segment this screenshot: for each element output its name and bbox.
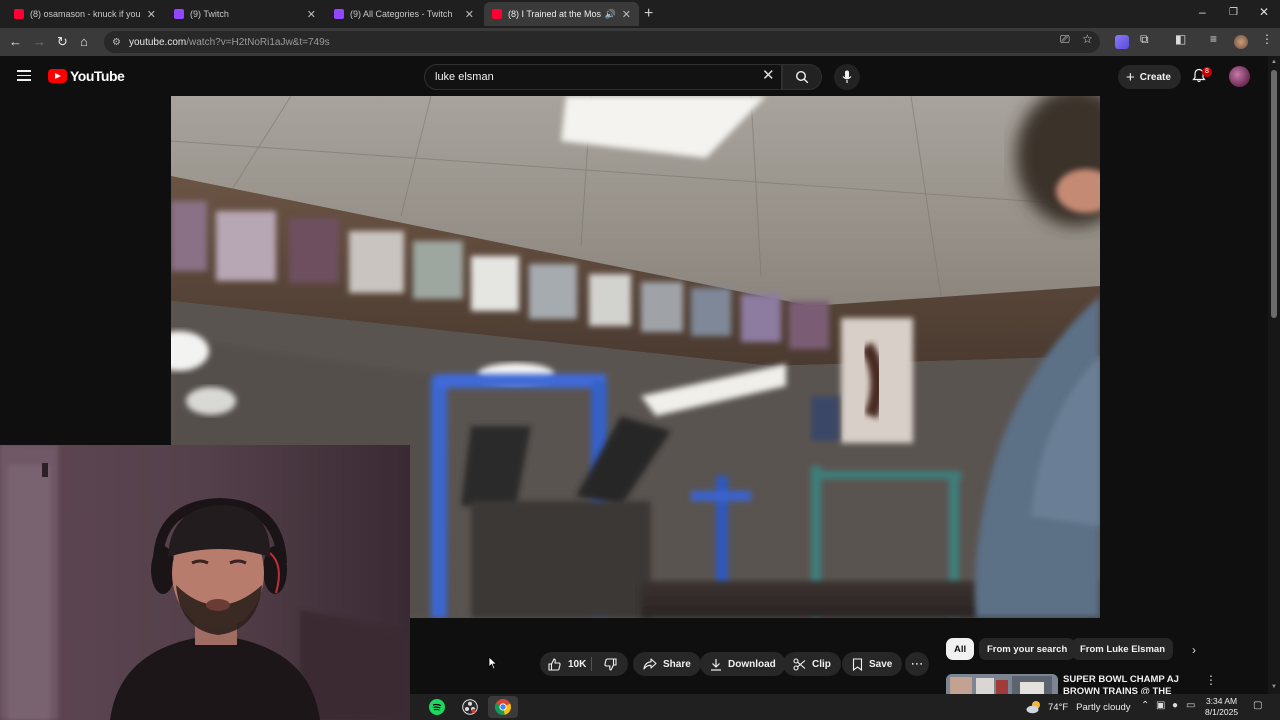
chevron-right-icon[interactable]: › xyxy=(1192,643,1196,657)
recommendation-chips: All From your search From Luke Elsman xyxy=(946,638,1246,662)
chip-from-luke-elsman[interactable]: From Luke Elsman xyxy=(1072,638,1173,660)
more-actions-button[interactable]: ⋯ xyxy=(905,652,929,676)
thumbnail-image xyxy=(946,674,1058,696)
scissors-icon xyxy=(793,657,806,671)
share-arrow-icon xyxy=(643,658,657,670)
spotify-icon xyxy=(429,699,445,715)
minimize-icon[interactable]: – xyxy=(1199,5,1206,19)
bookmark-icon xyxy=(852,657,863,671)
notification-count-badge: 8 xyxy=(1202,67,1212,77)
youtube-favicon-icon xyxy=(14,9,24,19)
page-scrollbar[interactable]: ▲ ▼ xyxy=(1268,56,1280,696)
chrome-icon xyxy=(495,699,511,715)
obs-taskbar-button[interactable] xyxy=(455,696,485,718)
like-dislike-group: 10K xyxy=(540,652,628,676)
partly-cloudy-icon xyxy=(1026,701,1040,714)
close-tab-icon[interactable]: ✕ xyxy=(307,8,316,21)
speaker-icon[interactable]: 🔊 xyxy=(605,9,616,20)
chip-all[interactable]: All xyxy=(946,638,975,660)
tab-osamason[interactable]: (8) osamason - knuck if you buck ✕ xyxy=(6,2,164,26)
youtube-favicon-icon xyxy=(492,9,502,19)
voice-search-button[interactable] xyxy=(834,64,860,90)
youtube-play-icon xyxy=(48,69,67,83)
tray-app-icon[interactable]: ▣ xyxy=(1156,700,1165,711)
window-close-icon[interactable]: ✕ xyxy=(1259,5,1269,19)
browser-tab-strip: (8) osamason - knuck if you buck ✕ (9) T… xyxy=(0,0,1280,28)
search-button[interactable] xyxy=(782,64,822,90)
plus-icon: + xyxy=(1126,68,1135,86)
media-controls-icon[interactable]: ≡ xyxy=(1210,32,1217,46)
youtube-header: YouTube luke elsman ✕ + Create 8 xyxy=(0,56,1268,96)
chip-from-your-search[interactable]: From your search xyxy=(979,638,1076,660)
streamer-webcam-feed xyxy=(0,445,410,720)
hamburger-menu-icon[interactable] xyxy=(17,70,31,81)
close-tab-icon[interactable]: ✕ xyxy=(622,8,631,21)
address-bar[interactable]: ⚙ youtube.com/watch?v=H2tNoRi1aJw&t=749s xyxy=(104,31,1100,53)
notification-center-icon[interactable]: ▢ xyxy=(1253,700,1262,711)
profile-avatar-icon[interactable] xyxy=(1234,35,1248,49)
tab-active-video[interactable]: (8) I Trained at the Most Dangerous 🔊 ✕ xyxy=(484,2,639,26)
share-button[interactable]: Share xyxy=(633,652,701,676)
close-tab-icon[interactable]: ✕ xyxy=(465,8,474,21)
obs-icon xyxy=(462,699,478,715)
account-avatar[interactable] xyxy=(1229,66,1250,87)
weather-widget[interactable]: 74°F Partly cloudy xyxy=(1026,700,1131,714)
browser-toolbar: ← → ↻ ⌂ ⚙ youtube.com/watch?v=H2tNoRi1aJ… xyxy=(0,28,1280,56)
thumbs-up-icon xyxy=(548,657,561,671)
clip-button[interactable]: Clip xyxy=(783,652,841,676)
close-tab-icon[interactable]: ✕ xyxy=(147,8,156,21)
side-panel-icon[interactable]: ◧ xyxy=(1175,32,1186,46)
screen: (8) osamason - knuck if you buck ✕ (9) T… xyxy=(0,0,1280,720)
system-clock[interactable]: 3:34 AM 8/1/2025 xyxy=(1205,696,1238,718)
back-arrow-icon[interactable]: ← xyxy=(9,34,22,49)
show-hidden-icons-chevron-icon[interactable]: ⌃ xyxy=(1141,700,1149,711)
tab-twitch[interactable]: (9) Twitch ✕ xyxy=(166,2,324,26)
reload-icon[interactable]: ↻ xyxy=(57,34,68,50)
spotify-taskbar-button[interactable] xyxy=(422,696,452,718)
scroll-down-arrow-icon[interactable]: ▼ xyxy=(1271,684,1277,690)
browser-menu-icon[interactable]: ⋮ xyxy=(1261,32,1273,46)
mouse-cursor-icon xyxy=(488,656,498,670)
more-horizontal-icon: ⋯ xyxy=(910,656,924,671)
twitch-favicon-icon xyxy=(174,9,184,19)
extensions-puzzle-icon[interactable]: ⧉ xyxy=(1140,32,1149,47)
extension-icon[interactable] xyxy=(1115,35,1129,49)
recommendation-thumbnail[interactable] xyxy=(946,674,1058,696)
microphone-tray-icon[interactable]: ● xyxy=(1172,700,1178,711)
more-vertical-icon[interactable]: ⋮ xyxy=(1205,673,1217,687)
create-button[interactable]: + Create xyxy=(1118,65,1181,89)
bookmark-star-icon[interactable]: ☆ xyxy=(1082,32,1093,46)
search-input[interactable]: luke elsman xyxy=(424,64,782,90)
site-info-icon[interactable]: ⚙ xyxy=(112,37,121,48)
twitch-favicon-icon xyxy=(334,9,344,19)
restore-icon[interactable]: ❐ xyxy=(1229,7,1238,18)
scroll-thumb[interactable] xyxy=(1271,70,1277,318)
clear-search-icon[interactable]: ✕ xyxy=(762,68,775,83)
thumbs-down-icon xyxy=(603,657,617,671)
scroll-up-arrow-icon[interactable]: ▲ xyxy=(1271,59,1277,65)
download-icon xyxy=(711,658,721,671)
home-icon[interactable]: ⌂ xyxy=(80,34,88,49)
install-app-icon[interactable]: ⎚ xyxy=(1060,32,1070,47)
save-button[interactable]: Save xyxy=(842,652,903,676)
network-icon[interactable]: ▭ xyxy=(1186,700,1195,711)
microphone-icon xyxy=(842,70,852,83)
like-button[interactable]: 10K xyxy=(540,652,591,676)
webcam-overlay xyxy=(0,445,410,720)
dislike-button[interactable] xyxy=(592,652,628,676)
recommendation-title[interactable]: SUPER BOWL CHAMP AJ BROWN TRAINS @ THE M… xyxy=(1063,674,1198,696)
search-icon xyxy=(795,70,809,84)
forward-arrow-icon[interactable]: → xyxy=(33,34,46,49)
youtube-logo[interactable]: YouTube xyxy=(48,68,125,84)
new-tab-plus-icon[interactable]: + xyxy=(644,5,653,23)
windows-taskbar: 74°F Partly cloudy ⌃ ▣ ● ▭ 3:34 AM 8/1/2… xyxy=(410,694,1280,720)
tab-twitch-categories[interactable]: (9) All Categories - Twitch ✕ xyxy=(326,2,482,26)
chrome-taskbar-button[interactable] xyxy=(488,696,518,718)
download-button[interactable]: Download xyxy=(700,652,786,676)
